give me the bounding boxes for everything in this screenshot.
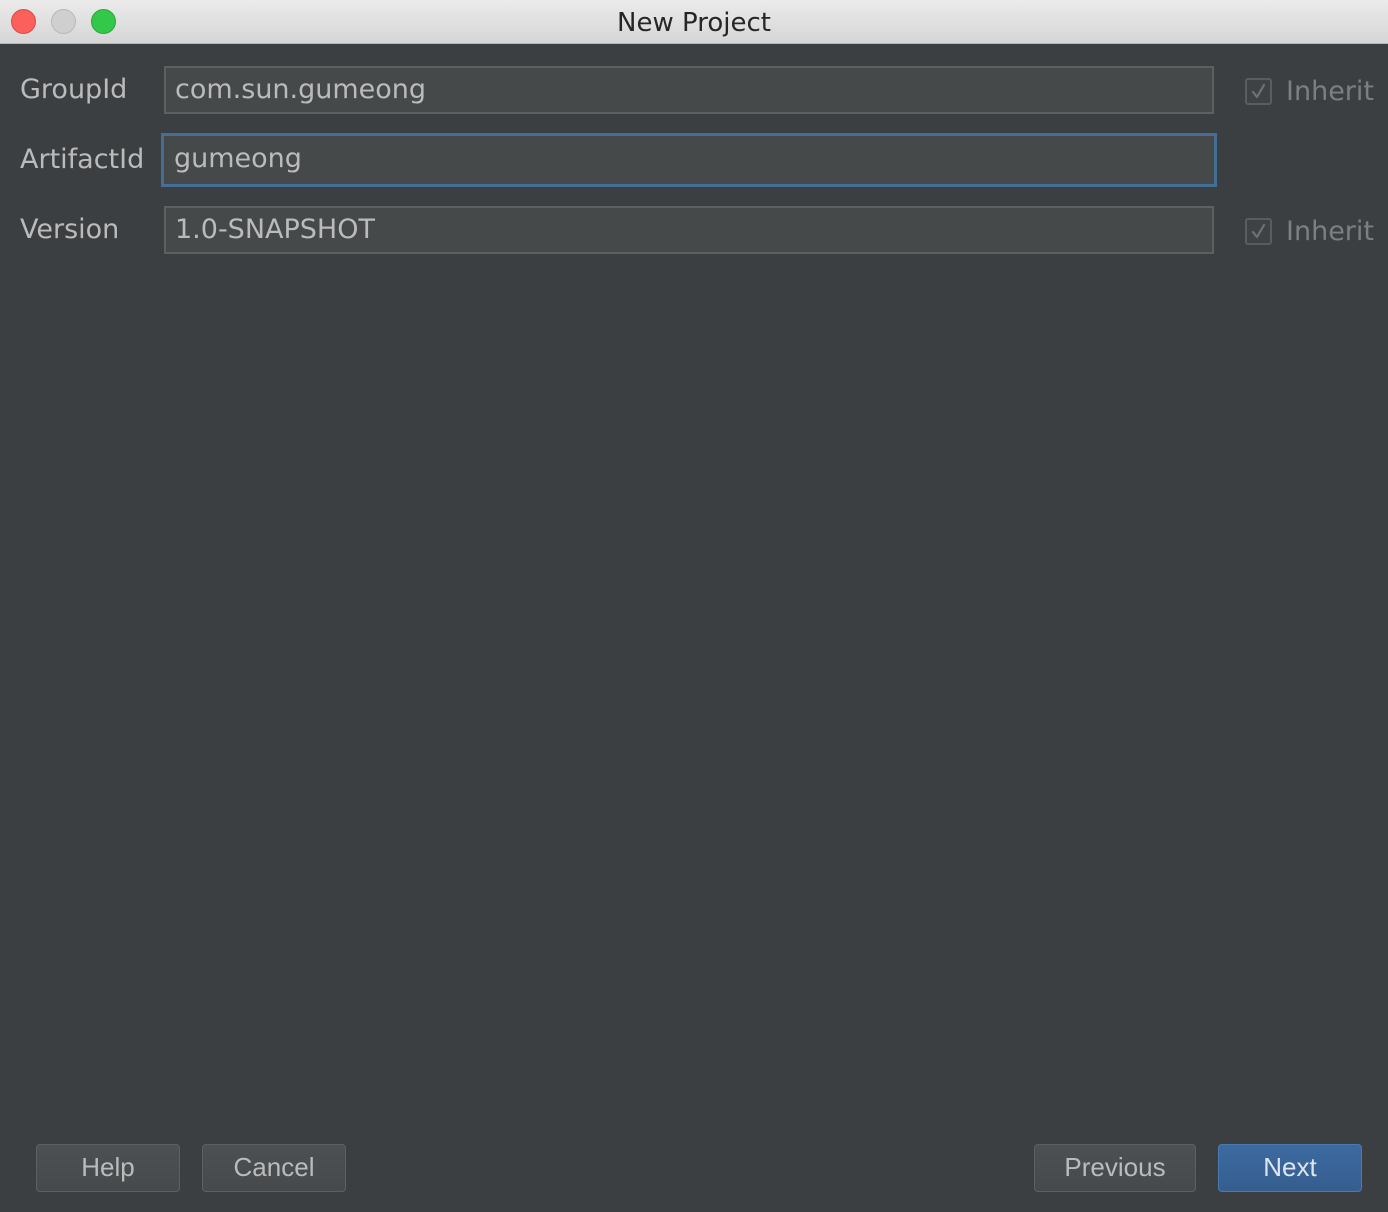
checkmark-icon xyxy=(1251,83,1266,98)
version-label: Version xyxy=(20,214,120,245)
group-id-input[interactable]: com.sun.gumeong xyxy=(164,66,1214,114)
new-project-dialog: New Project GroupId com.sun.gumeong Inhe… xyxy=(0,0,1388,1212)
version-input[interactable]: 1.0-SNAPSHOT xyxy=(164,206,1214,254)
group-id-inherit-label: Inherit xyxy=(1286,75,1374,107)
artifact-id-input[interactable]: gumeong xyxy=(161,133,1217,187)
group-id-inherit-checkbox[interactable]: Inherit xyxy=(1245,75,1374,107)
title-bar: New Project xyxy=(0,0,1388,44)
artifact-id-label: ArtifactId xyxy=(20,144,145,175)
version-inherit-checkbox[interactable]: Inherit xyxy=(1245,215,1374,247)
checkbox-box[interactable] xyxy=(1245,217,1272,245)
checkmark-icon xyxy=(1251,223,1266,238)
group-id-label: GroupId xyxy=(20,74,128,105)
checkbox-box[interactable] xyxy=(1245,77,1272,105)
version-inherit-label: Inherit xyxy=(1286,215,1374,247)
window-title: New Project xyxy=(617,8,771,38)
next-button[interactable]: Next xyxy=(1218,1144,1362,1192)
cancel-button[interactable]: Cancel xyxy=(202,1144,346,1192)
help-button[interactable]: Help xyxy=(36,1144,180,1192)
previous-button[interactable]: Previous xyxy=(1034,1144,1196,1192)
